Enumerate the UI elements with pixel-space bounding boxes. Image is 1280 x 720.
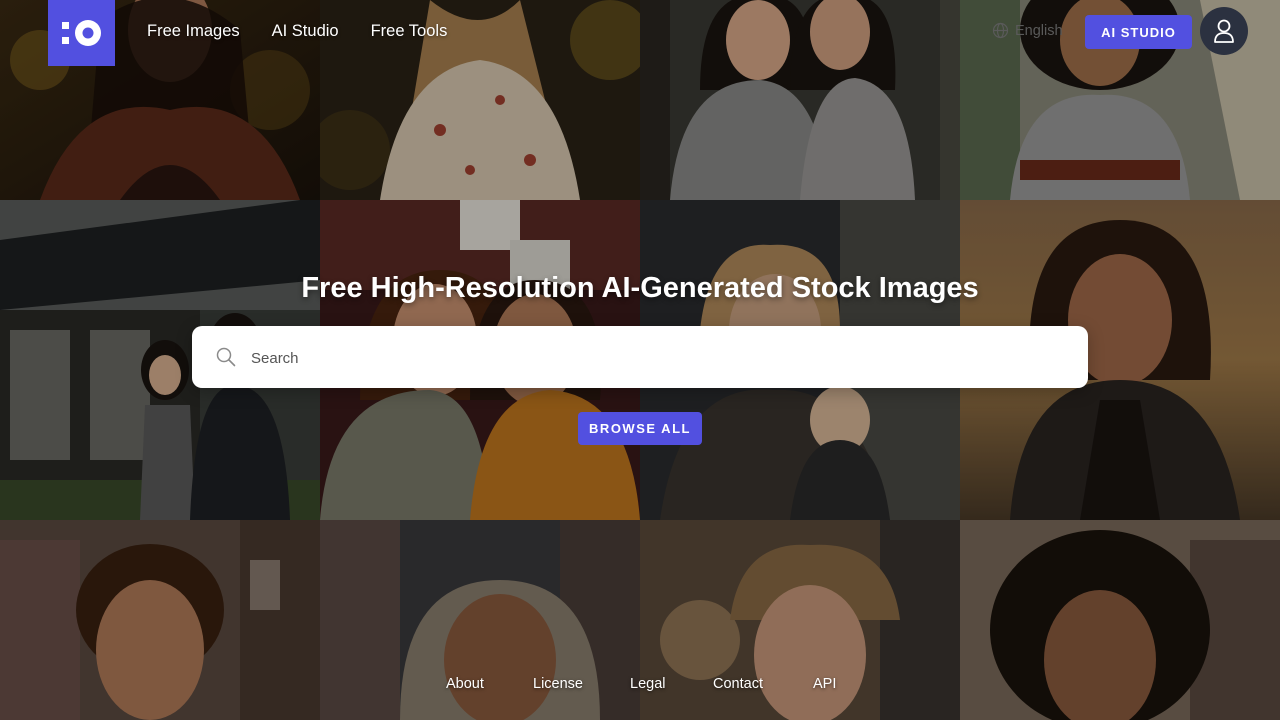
search-icon xyxy=(216,347,236,367)
user-account-button[interactable] xyxy=(1200,7,1248,55)
footer-link-legal[interactable]: Legal xyxy=(630,676,665,692)
footer-link-license[interactable]: License xyxy=(533,676,583,692)
nav-ai-studio[interactable]: AI Studio xyxy=(272,22,339,41)
nav-free-images[interactable]: Free Images xyxy=(147,22,240,41)
footer-link-contact[interactable]: Contact xyxy=(713,676,763,692)
footer-links: About License Legal Contact API xyxy=(0,676,1280,696)
nav-free-tools[interactable]: Free Tools xyxy=(371,22,448,41)
ai-studio-button[interactable]: AI STUDIO xyxy=(1085,15,1192,49)
browse-all-button[interactable]: BROWSE ALL xyxy=(578,412,702,445)
search-bar xyxy=(192,326,1088,390)
user-icon xyxy=(1214,19,1234,43)
footer-link-api[interactable]: API xyxy=(813,676,836,692)
photo-tile[interactable] xyxy=(640,0,960,200)
globe-icon xyxy=(992,22,1009,39)
language-label: English xyxy=(1015,22,1063,39)
logo-mark-icon xyxy=(61,20,101,46)
main-nav: Free Images AI Studio Free Tools xyxy=(147,22,447,41)
language-selector[interactable]: English xyxy=(992,22,1063,39)
site-logo[interactable] xyxy=(48,0,115,66)
hero-title: Free High-Resolution AI-Generated Stock … xyxy=(301,272,979,304)
footer-link-about[interactable]: About xyxy=(446,676,484,692)
search-input[interactable] xyxy=(249,326,1063,390)
